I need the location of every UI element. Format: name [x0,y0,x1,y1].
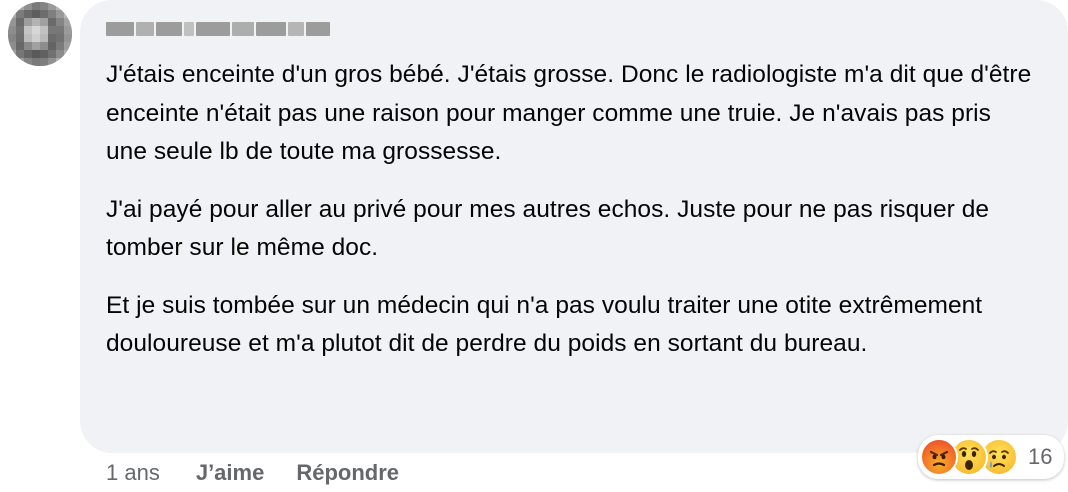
reactions-summary[interactable]: 16 [918,435,1065,479]
reaction-count: 16 [1028,444,1053,469]
comment-timestamp[interactable]: 1 ans [106,460,160,486]
comment-bubble: J'étais enceinte d'un gros bébé. J'étais… [80,0,1068,453]
reply-button[interactable]: Répondre [296,460,399,486]
like-button[interactable]: J’aime [196,460,265,486]
angry-icon [920,438,958,476]
author-name-redacted[interactable] [106,18,332,40]
avatar-pixelated-image [8,2,72,66]
comment-paragraph: J'ai payé pour aller au privé pour mes a… [106,195,990,262]
comment-paragraph: Et je suis tombée sur un médecin qui n'a… [106,291,983,358]
comment-actions: 1 ans J’aime Répondre [106,460,399,486]
avatar[interactable] [8,2,72,66]
comment-paragraph: J'étais enceinte d'un gros bébé. J'étais… [106,61,1032,165]
